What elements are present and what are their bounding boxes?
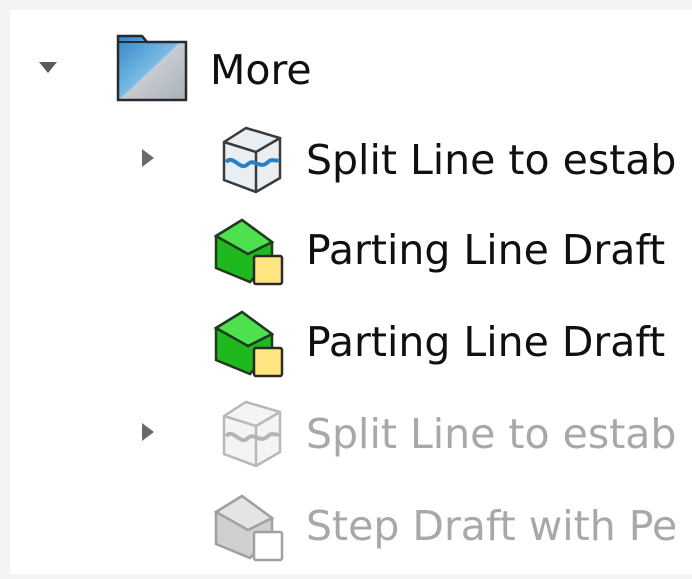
tree-folder-more[interactable]: More: [0, 22, 684, 114]
tree-item-parting-line-draft-1[interactable]: Parting Line Draft: [0, 202, 684, 294]
tree-item-split-line-2-suppressed[interactable]: Split Line to estab: [0, 386, 684, 478]
split-line-icon: [222, 400, 282, 468]
tree-item-split-line-1[interactable]: Split Line to estab: [0, 112, 684, 204]
tree-item-label: Parting Line Draft: [306, 318, 666, 366]
feature-tree: More Split Line to estab Parting Line Dr…: [0, 0, 692, 579]
draft-icon: [213, 494, 284, 562]
expand-right-arrow-icon[interactable]: [136, 420, 160, 444]
tree-item-label: Split Line to estab: [306, 410, 677, 458]
split-line-icon: [222, 126, 282, 194]
tree-folder-label: More: [210, 46, 312, 94]
tree-item-label: Split Line to estab: [306, 136, 677, 184]
folder-icon: [116, 34, 188, 102]
draft-icon: [213, 218, 284, 286]
tree-item-step-draft-suppressed[interactable]: Step Draft with Pe: [0, 478, 684, 570]
tree-item-label: Step Draft with Pe: [306, 502, 678, 550]
tree-item-parting-line-draft-2[interactable]: Parting Line Draft: [0, 294, 684, 386]
expand-right-arrow-icon[interactable]: [136, 146, 160, 170]
expand-down-arrow-icon[interactable]: [36, 56, 60, 80]
tree-item-label: Parting Line Draft: [306, 226, 666, 274]
draft-icon: [213, 310, 284, 378]
